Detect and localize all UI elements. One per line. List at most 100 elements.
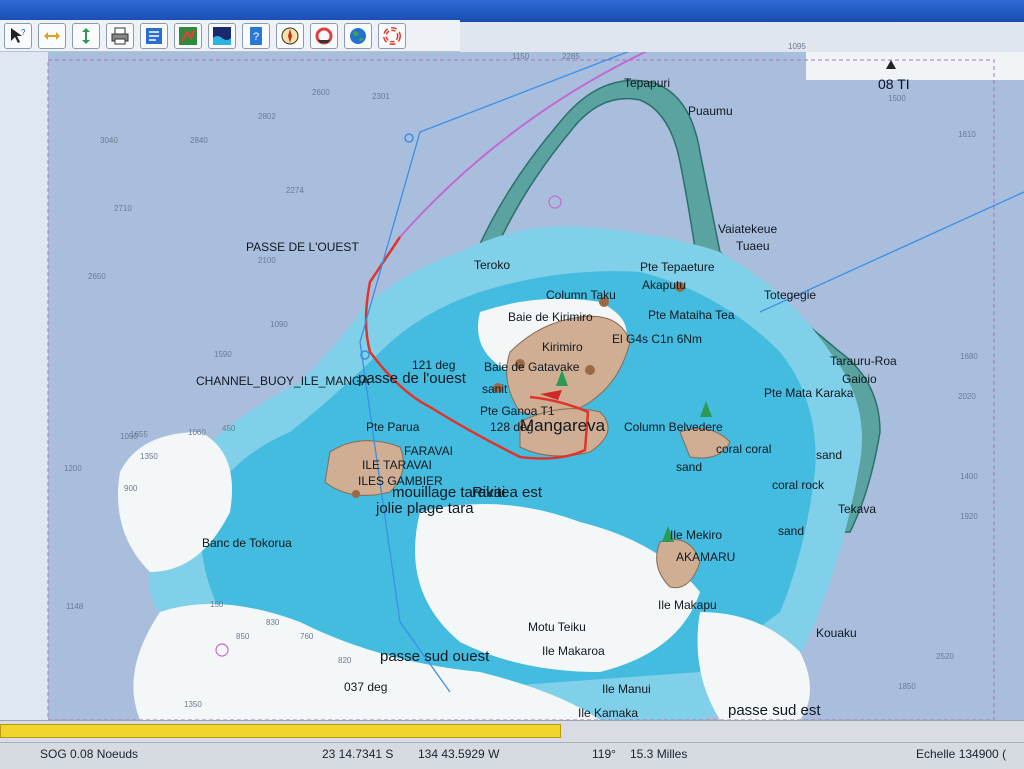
route-button[interactable] bbox=[174, 22, 202, 49]
place-label-sanit: sanit bbox=[482, 382, 508, 396]
place-label-mangareva: Mangareva bbox=[520, 416, 606, 435]
place-label-column-belvedere: Column Belvedere bbox=[624, 420, 723, 434]
depth-sounding: 2710 bbox=[114, 204, 132, 213]
seabed-label: sand bbox=[676, 460, 703, 474]
lifebuoy-icon bbox=[383, 26, 401, 45]
depth-sounding: 2650 bbox=[88, 272, 106, 281]
depth-sounding: 2840 bbox=[190, 136, 208, 145]
depth-sounding: 1400 bbox=[960, 472, 978, 481]
depth-sounding: 1050 bbox=[120, 432, 138, 441]
buoy-label: CHANNEL_BUOY_ILE_MANGA bbox=[196, 374, 370, 388]
depth-sounding: 2520 bbox=[936, 652, 954, 661]
light-label: El G4s C1n 6Nm bbox=[612, 332, 703, 346]
depth-sounding: 2100 bbox=[258, 256, 276, 265]
church-marker bbox=[352, 490, 360, 498]
place-label-banc-tokorua: Banc de Tokorua bbox=[202, 536, 292, 550]
depth-sounding: 1610 bbox=[958, 130, 976, 139]
tide-button[interactable] bbox=[208, 22, 236, 49]
place-label-pte-tepaeture: Pte Tepaeture bbox=[640, 260, 715, 274]
place-label-pte-parua: Pte Parua bbox=[366, 420, 420, 434]
depth-sounding: 1095 bbox=[788, 42, 806, 51]
place-label-faravai: FARAVAI bbox=[404, 444, 453, 458]
depth-sounding: 1350 bbox=[184, 700, 202, 709]
place-label-ile-makapu: Ile Makapu bbox=[658, 598, 717, 612]
bearing-label: 121 deg bbox=[412, 358, 456, 372]
chart-properties-button[interactable] bbox=[140, 22, 168, 49]
seabed-label: coral coral bbox=[716, 442, 772, 456]
place-label-pte-mataiha: Pte Mataiha Tea bbox=[648, 308, 735, 322]
depth-sounding: 2600 bbox=[312, 88, 330, 97]
depth-sounding: 830 bbox=[266, 618, 280, 627]
depth-sounding: 1148 bbox=[66, 602, 84, 611]
place-label-kirimiro: Kirimiro bbox=[542, 340, 583, 354]
place-label-akamaru: AKAMARU bbox=[676, 550, 736, 564]
globe-button[interactable] bbox=[344, 22, 372, 49]
tide-station-label: 08 TI bbox=[878, 76, 910, 92]
place-label-tepapuri: Tepapuri bbox=[624, 76, 671, 90]
zoom-vertical-button[interactable] bbox=[72, 22, 100, 49]
globe-icon bbox=[350, 27, 366, 44]
speed-over-ground: SOG 0.08 Noeuds bbox=[40, 747, 139, 761]
depth-sounding: 2274 bbox=[286, 186, 304, 195]
depth-sounding: 1090 bbox=[270, 320, 288, 329]
place-label-pte-mata-karaka: Pte Mata Karaka bbox=[764, 386, 854, 400]
depth-sounding: 820 bbox=[338, 656, 352, 665]
progress-fill bbox=[0, 724, 562, 738]
lifebuoy-ship-icon bbox=[315, 27, 333, 44]
svg-text:?: ? bbox=[21, 28, 26, 37]
chart-canvas[interactable] bbox=[0, 52, 1024, 720]
depth-sounding: 1350 bbox=[140, 452, 158, 461]
waypoint-label-jolie-plage: jolie plage tara bbox=[376, 500, 474, 517]
seabed-label: sand bbox=[778, 524, 805, 538]
depth-sounding: 850 bbox=[236, 632, 250, 641]
wave-icon bbox=[213, 26, 231, 45]
help-cursor-button[interactable]: ? bbox=[4, 22, 32, 49]
place-label-akaputu: Akaputu bbox=[642, 278, 687, 292]
place-label-vaiatekeue: Vaiatekeue bbox=[718, 222, 778, 236]
lifebuoy-button[interactable] bbox=[378, 22, 406, 49]
place-label-tekava: Tekava bbox=[838, 502, 877, 516]
depth-sounding: 1920 bbox=[960, 512, 978, 521]
seabed-label: sand bbox=[816, 448, 843, 462]
depth-sounding: 150 bbox=[210, 600, 224, 609]
status-bar: SOG 0.08 Noeuds 23 14.7341 S 134 43.5929… bbox=[0, 742, 1024, 769]
bearing-readout: 119° bbox=[592, 747, 616, 761]
place-label-baie-gatavake: Baie de Gatavake bbox=[484, 360, 580, 374]
seabed-label: coral rock bbox=[772, 478, 825, 492]
depth-sounding: 2020 bbox=[958, 392, 976, 401]
place-label-tuaeu: Tuaeu bbox=[736, 239, 770, 253]
sailing-button[interactable] bbox=[276, 22, 304, 49]
zoom-horizontal-button[interactable] bbox=[38, 22, 66, 49]
depth-sounding: 450 bbox=[222, 424, 236, 433]
print-button[interactable] bbox=[106, 22, 134, 49]
help-cursor-icon: ? bbox=[11, 27, 26, 43]
longitude-readout: 134 43.5929 W bbox=[418, 747, 500, 761]
waypoint-label-passe-sud-ouest: passe sud ouest bbox=[380, 648, 490, 665]
place-label-ile-manui: Ile Manui bbox=[602, 682, 651, 696]
toolbar: ? ? bbox=[0, 20, 460, 52]
navigation-button[interactable] bbox=[310, 22, 338, 49]
vertical-arrows-icon bbox=[82, 27, 90, 44]
waypoint-label-passe-ouest: passe de l'ouest bbox=[358, 370, 466, 387]
nautical-chart[interactable]: 1150 2285 1095 2600 2301 2802 3040 2840 … bbox=[0, 42, 1024, 720]
church-marker bbox=[585, 365, 595, 375]
depth-sounding: 2301 bbox=[372, 92, 390, 101]
info-button[interactable]: ? bbox=[242, 22, 270, 49]
place-label-kouaku: Kouaku bbox=[816, 626, 857, 640]
place-label-ile-makaroa: Ile Makaroa bbox=[542, 644, 605, 658]
compass-icon bbox=[281, 27, 299, 44]
place-label-puaumu: Puaumu bbox=[688, 104, 733, 118]
place-label-totegegie: Totegegie bbox=[764, 288, 817, 302]
depth-sounding: 1850 bbox=[898, 682, 916, 691]
depth-sounding: 3040 bbox=[100, 136, 118, 145]
info-icon: ? bbox=[250, 26, 262, 45]
tide-station-icon[interactable] bbox=[886, 60, 896, 69]
depth-sounding: 1590 bbox=[214, 350, 232, 359]
depth-sounding: 1060 bbox=[188, 428, 206, 437]
depth-sounding: 900 bbox=[124, 484, 138, 493]
place-label-gaioio: Gaioio bbox=[842, 372, 877, 386]
depth-sounding: 1200 bbox=[64, 464, 82, 473]
left-margin bbox=[0, 52, 48, 720]
list-icon bbox=[146, 27, 162, 44]
place-label-column-taku: Column Taku bbox=[546, 288, 616, 302]
